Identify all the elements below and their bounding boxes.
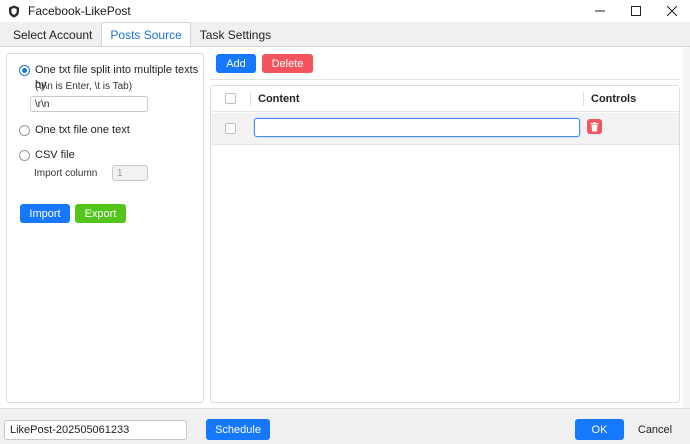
task-name-input[interactable]: LikePost-202505061233 <box>4 420 187 440</box>
column-header-content: Content <box>258 93 300 105</box>
minimize-icon[interactable] <box>582 0 618 22</box>
import-button[interactable]: Import <box>20 204 70 223</box>
tab-select-account[interactable]: Select Account <box>4 22 101 46</box>
title-bar: Facebook-LikePost <box>0 0 690 22</box>
window-controls <box>582 0 690 22</box>
column-header-controls: Controls <box>591 93 637 105</box>
radio-csv[interactable] <box>19 150 30 161</box>
option-one-text[interactable]: One txt file one text <box>19 123 130 138</box>
column-divider <box>250 92 251 106</box>
separator-input[interactable]: \r\n <box>30 96 148 112</box>
source-options-panel: One txt file split into multiple texts b… <box>6 53 204 403</box>
content-toolbar: Add Delete <box>210 50 680 80</box>
ok-button[interactable]: OK <box>575 419 624 440</box>
option-one-text-label: One txt file one text <box>35 124 130 136</box>
column-divider <box>583 92 584 106</box>
maximize-icon[interactable] <box>618 0 654 22</box>
select-all-checkbox[interactable] <box>225 93 236 104</box>
tab-bar: Select Account Posts Source Task Setting… <box>0 22 690 46</box>
shield-icon <box>6 3 22 19</box>
import-column-label: Import column <box>34 168 98 179</box>
schedule-button[interactable]: Schedule <box>206 419 270 440</box>
row-checkbox[interactable] <box>225 123 236 134</box>
import-column-input[interactable]: 1 <box>112 165 148 181</box>
cancel-button[interactable]: Cancel <box>630 419 680 440</box>
table-header: Content Controls <box>211 86 679 112</box>
window-title: Facebook-LikePost <box>28 4 131 18</box>
table-row <box>211 113 679 145</box>
tab-posts-source[interactable]: Posts Source <box>101 22 191 46</box>
close-icon[interactable] <box>654 0 690 22</box>
separator-hint: (\r\n is Enter, \t is Tab) <box>35 81 133 92</box>
tab-task-settings[interactable]: Task Settings <box>191 22 280 46</box>
vertical-scrollbar[interactable] <box>683 47 690 409</box>
radio-one-text[interactable] <box>19 125 30 136</box>
footer-bar: LikePost-202505061233 Schedule OK Cancel <box>0 408 690 444</box>
delete-button[interactable]: Delete <box>262 54 313 73</box>
option-csv[interactable]: CSV file <box>19 148 75 163</box>
trash-icon[interactable] <box>587 119 602 134</box>
export-button[interactable]: Export <box>75 204 126 223</box>
content-input[interactable] <box>254 118 580 137</box>
content-table: Content Controls <box>210 85 680 403</box>
radio-split-txt[interactable] <box>19 65 30 76</box>
option-csv-label: CSV file <box>35 149 75 161</box>
tab-content: One txt file split into multiple texts b… <box>0 46 690 409</box>
add-button[interactable]: Add <box>216 54 256 73</box>
